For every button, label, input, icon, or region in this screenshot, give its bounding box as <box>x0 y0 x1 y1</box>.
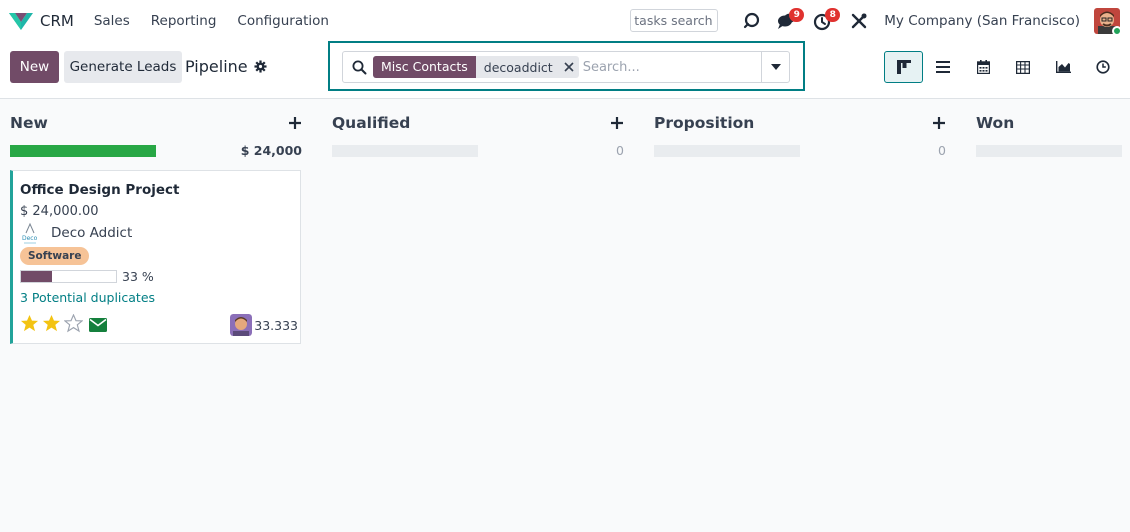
calendar-view-button[interactable] <box>963 51 1003 83</box>
caret-down-icon <box>770 64 781 70</box>
plus-icon[interactable] <box>288 114 302 132</box>
search-icon <box>352 60 367 75</box>
kanban-board: New $ 24,000 Office Design Project $ 24,… <box>0 100 1130 532</box>
facet-label: Misc Contacts <box>373 56 476 78</box>
generate-leads-button[interactable]: Generate Leads <box>64 51 182 83</box>
star-filled-icon[interactable] <box>20 314 39 333</box>
breadcrumb: Pipeline <box>185 57 267 76</box>
tasks-search-input[interactable]: tasks search <box>630 9 719 32</box>
kanban-column-new: New $ 24,000 Office Design Project $ 24,… <box>10 100 302 532</box>
kanban-view-button[interactable] <box>884 51 923 83</box>
list-view-button[interactable] <box>923 51 963 83</box>
partner-logo-text: Deco <box>22 235 38 242</box>
page-title: Pipeline <box>185 57 248 76</box>
company-switcher[interactable]: My Company (San Francisco) <box>884 13 1080 29</box>
close-icon <box>564 62 574 72</box>
column-title: Proposition <box>654 114 755 132</box>
partner-name: Deco Addict <box>51 225 133 241</box>
star-empty-icon[interactable] <box>64 314 83 333</box>
assignee-value: 33.333 <box>254 317 298 333</box>
top-navbar: CRM Sales Reporting Configuration tasks … <box>0 0 1130 41</box>
card-expected-revenue: $ 24,000.00 <box>20 204 99 219</box>
graph-view-button[interactable] <box>1043 51 1083 83</box>
tools-icon <box>852 13 867 28</box>
column-title: Qualified <box>332 114 411 132</box>
column-total: 0 <box>616 143 624 158</box>
column-progress-bar[interactable] <box>654 145 800 157</box>
online-status-dot <box>1112 25 1122 36</box>
column-progress-bar[interactable] <box>976 145 1122 157</box>
column-title: New <box>10 114 48 132</box>
column-total: $ 24,000 <box>240 143 302 158</box>
kanban-column-proposition: Proposition 0 <box>654 100 946 532</box>
search-facet: Misc Contacts decoaddict <box>373 56 579 78</box>
activity-view-icon <box>1096 60 1110 74</box>
star-filled-icon[interactable] <box>42 314 61 333</box>
messages-button[interactable]: 9 <box>774 7 805 34</box>
pivot-view-button[interactable] <box>1003 51 1043 83</box>
new-button[interactable]: New <box>10 51 59 83</box>
column-progress-bar[interactable] <box>10 145 156 157</box>
card-title: Office Design Project <box>20 182 180 198</box>
probability: 33 % <box>20 269 154 284</box>
partner-logo-icon: Deco <box>22 222 38 244</box>
search-input[interactable] <box>582 59 763 75</box>
calendar-view-icon <box>976 60 990 74</box>
gear-icon[interactable] <box>254 60 267 73</box>
messages-badge: 9 <box>789 7 805 22</box>
kanban-column-qualified: Qualified 0 <box>332 100 624 532</box>
menu-reporting[interactable]: Reporting <box>151 13 217 29</box>
assignee-avatar[interactable] <box>230 314 253 336</box>
column-header: Won <box>976 114 1122 136</box>
column-header: Proposition <box>654 114 946 136</box>
card-footer: 33.333 <box>20 314 298 336</box>
probability-fill <box>21 271 53 282</box>
assignee: 33.333 <box>230 314 298 336</box>
priority-widget <box>20 314 86 333</box>
card-partner: Deco Deco Addict <box>20 222 132 244</box>
list-view-icon <box>936 61 950 73</box>
menu-configuration[interactable]: Configuration <box>237 13 329 29</box>
search-bar[interactable]: Misc Contacts decoaddict <box>342 51 790 83</box>
facet-remove-button[interactable] <box>559 62 579 72</box>
graph-view-icon <box>1055 61 1071 73</box>
search-options-toggle[interactable] <box>761 52 789 82</box>
column-total: 0 <box>938 143 946 158</box>
column-title: Won <box>976 114 1015 132</box>
column-progress-bar[interactable] <box>332 145 478 157</box>
column-progress-fill <box>10 145 156 157</box>
app-name: CRM <box>40 11 74 30</box>
tag-badge: Software <box>20 247 90 265</box>
control-panel: New Generate Leads Pipeline Misc Contact… <box>0 41 1130 99</box>
kanban-view-icon <box>896 60 911 74</box>
menu-sales[interactable]: Sales <box>94 13 130 29</box>
plus-icon[interactable] <box>610 114 624 132</box>
probability-text: 33 % <box>122 269 154 284</box>
systray: tasks search 9 8 My Company (San Francis… <box>630 0 1130 41</box>
column-header: Qualified <box>332 114 624 136</box>
crm-logo-icon <box>9 12 33 30</box>
user-avatar[interactable] <box>1094 7 1122 36</box>
column-header: New <box>10 114 302 136</box>
envelope-icon[interactable] <box>89 318 107 332</box>
view-switcher <box>884 51 1123 83</box>
activities-badge: 8 <box>825 7 841 22</box>
facet-value: decoaddict <box>483 59 553 75</box>
kanban-column-won: Won <box>976 100 1122 532</box>
app-brand[interactable]: CRM <box>8 10 74 32</box>
activity-view-button[interactable] <box>1083 51 1123 83</box>
probability-bar <box>20 270 117 283</box>
phone-ring-icon <box>744 12 760 28</box>
opportunity-card[interactable]: Office Design Project $ 24,000.00 Deco D… <box>10 170 301 344</box>
potential-duplicates-link[interactable]: 3 Potential duplicates <box>20 290 155 305</box>
debug-tools-button[interactable] <box>846 8 872 34</box>
activities-button[interactable]: 8 <box>810 7 841 34</box>
main-menu: Sales Reporting Configuration <box>94 13 350 29</box>
voip-icon[interactable] <box>738 8 764 34</box>
plus-icon[interactable] <box>932 114 946 132</box>
pivot-view-icon <box>1016 60 1030 74</box>
